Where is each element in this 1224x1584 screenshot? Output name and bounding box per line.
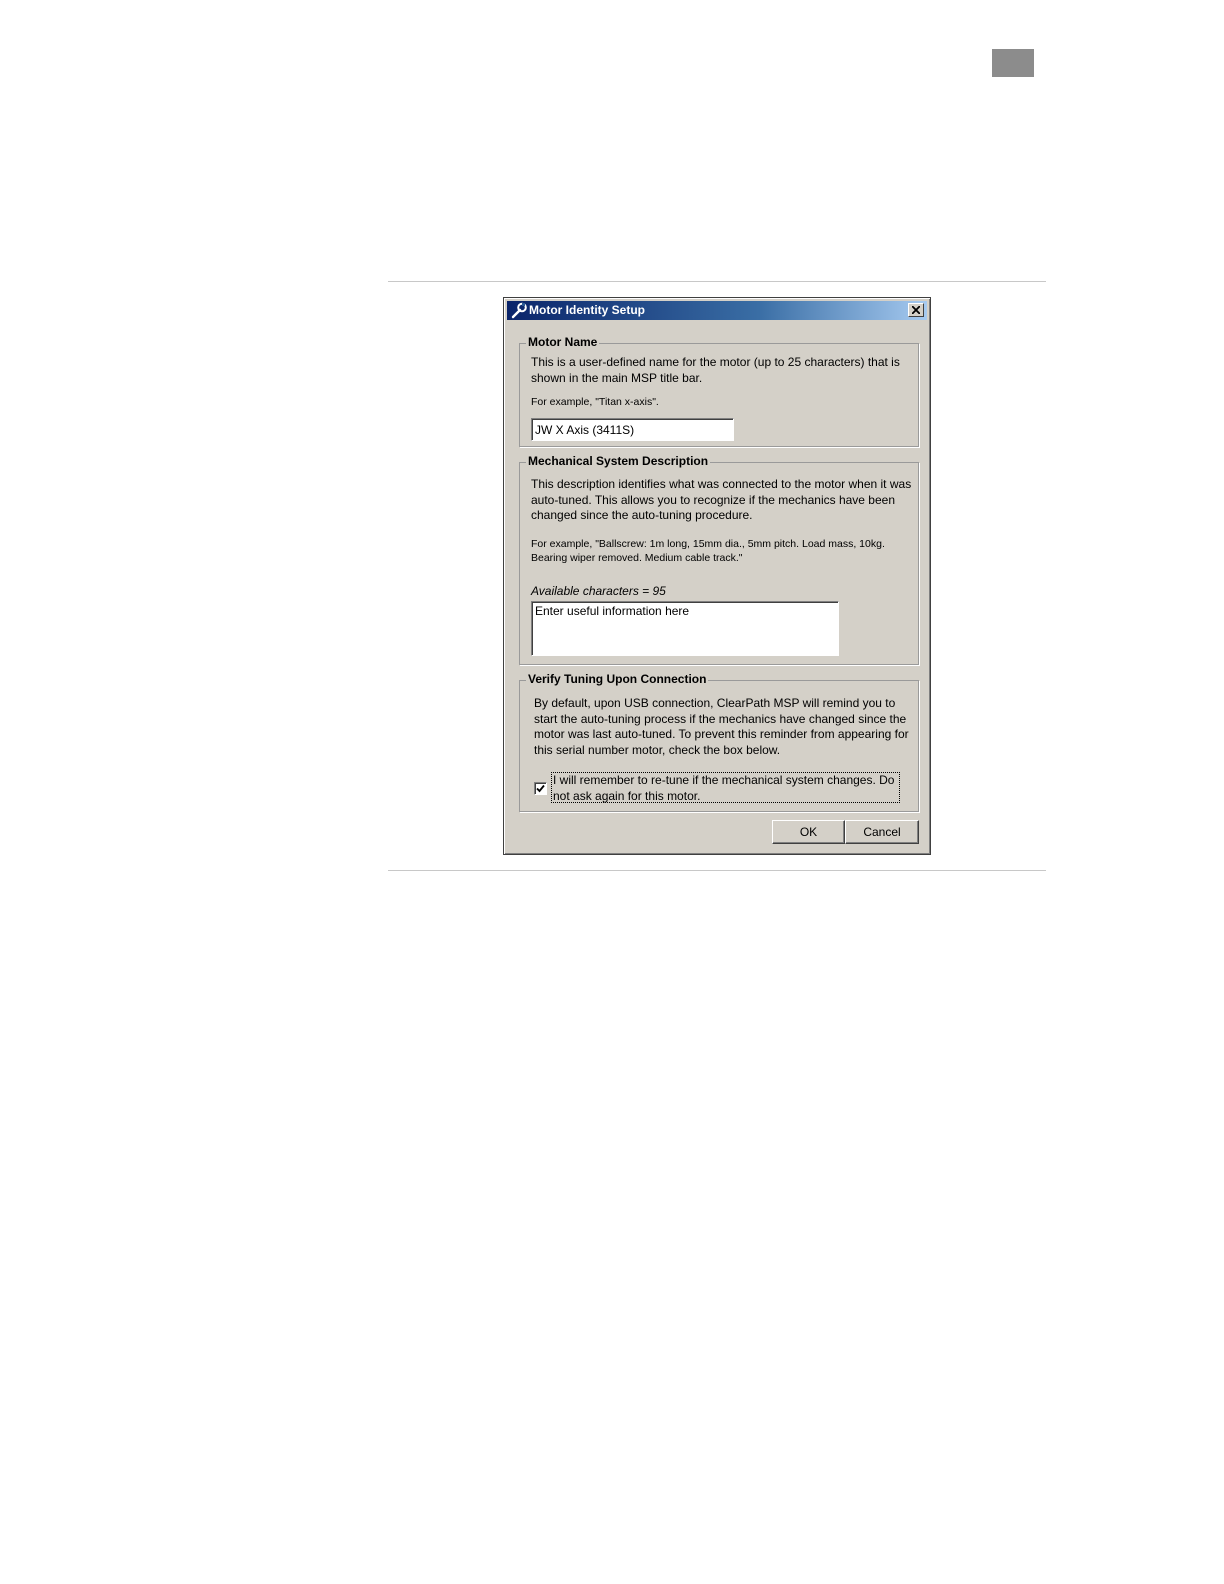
motor-name-description: This is a user-defined name for the moto… bbox=[531, 355, 900, 385]
mechanical-example: For example, "Ballscrew: 1m long, 15mm d… bbox=[531, 538, 885, 564]
mechanical-description-group: Mechanical System Description This descr… bbox=[519, 454, 919, 665]
motor-name-legend: Motor Name bbox=[526, 335, 600, 349]
cancel-button[interactable]: Cancel bbox=[845, 820, 919, 844]
verify-legend: Verify Tuning Upon Connection bbox=[526, 672, 709, 686]
available-characters-label: Available characters = 95 bbox=[531, 584, 666, 598]
motor-name-example: For example, "Titan x-axis". bbox=[531, 396, 659, 408]
dialog-title: Motor Identity Setup bbox=[529, 303, 645, 317]
ok-button[interactable]: OK bbox=[772, 820, 845, 844]
checkmark-icon bbox=[536, 784, 545, 793]
verify-description: By default, upon USB connection, ClearPa… bbox=[534, 696, 909, 757]
mechanical-legend: Mechanical System Description bbox=[526, 454, 711, 468]
page-corner-tab bbox=[992, 49, 1034, 77]
mechanical-description-textarea[interactable]: Enter useful information here bbox=[531, 601, 839, 656]
close-button[interactable] bbox=[908, 303, 924, 317]
verify-tuning-group: Verify Tuning Upon Connection By default… bbox=[519, 672, 919, 812]
motor-name-input[interactable] bbox=[531, 418, 734, 441]
dialog-titlebar: Motor Identity Setup bbox=[507, 301, 927, 320]
wrench-icon bbox=[510, 302, 528, 319]
do-not-ask-label[interactable]: I will remember to re-tune if the mechan… bbox=[551, 772, 900, 803]
mechanical-description-text: This description identifies what was con… bbox=[531, 477, 912, 522]
bottom-divider bbox=[388, 870, 1046, 871]
motor-identity-setup-dialog: Motor Identity Setup Motor Name This is … bbox=[503, 297, 931, 855]
close-icon bbox=[912, 306, 920, 314]
top-divider bbox=[388, 281, 1046, 282]
do-not-ask-checkbox[interactable] bbox=[534, 782, 547, 795]
motor-name-group: Motor Name This is a user-defined name f… bbox=[519, 335, 919, 447]
